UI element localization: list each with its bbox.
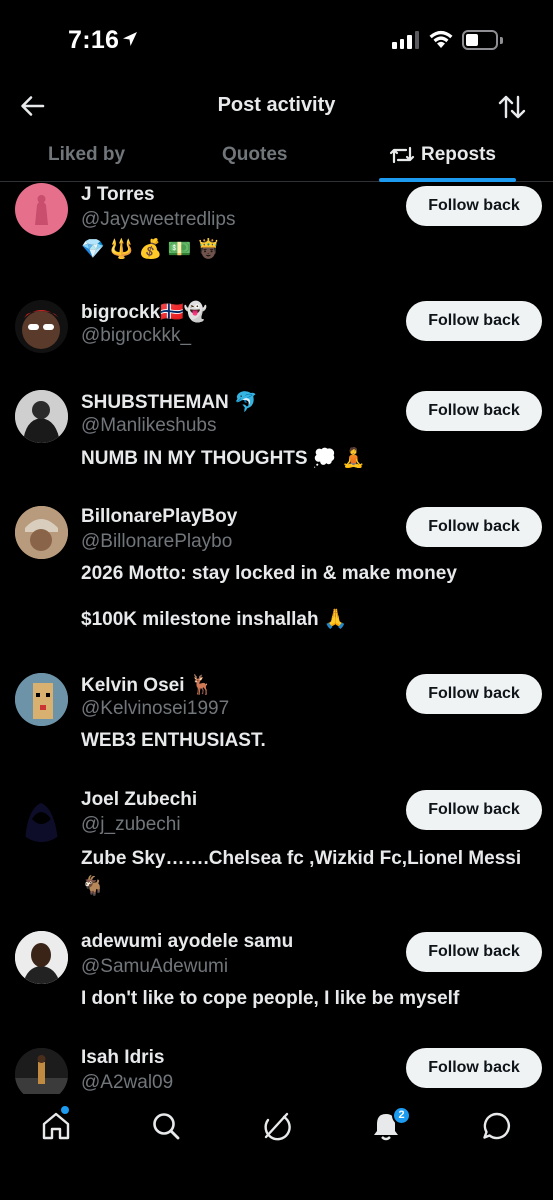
home-icon[interactable] (40, 1110, 72, 1142)
location-arrow-icon (123, 32, 137, 46)
tab-reposts-label: Reposts (421, 144, 496, 165)
search-icon[interactable] (150, 1110, 182, 1142)
page-title: Post activity (217, 94, 336, 116)
status-bar: 7:16 (0, 0, 553, 84)
user-handle: @bigrockkk_ (81, 325, 192, 346)
follow-back-button[interactable]: Follow back (406, 1048, 542, 1088)
user-name: BillonarePlayBoy (81, 506, 238, 527)
notification-count-badge: 2 (392, 1106, 411, 1125)
avatar[interactable] (15, 390, 68, 443)
user-name: SHUBSTHEMAN 🐬 (81, 392, 258, 413)
follow-back-button[interactable]: Follow back (406, 507, 542, 547)
status-time: 7:16 (68, 26, 120, 54)
header: Post activity (0, 84, 553, 132)
screen: 7:16 Post activity Liked by Quotes Repos… (0, 0, 553, 1200)
follow-back-button[interactable]: Follow back (406, 932, 542, 972)
cellular-signal-icon (392, 31, 419, 49)
follow-back-button[interactable]: Follow back (406, 790, 542, 830)
battery-nub (500, 37, 503, 44)
follow-back-button[interactable]: Follow back (406, 186, 542, 226)
messages-icon[interactable] (481, 1110, 513, 1142)
follow-back-button[interactable]: Follow back (406, 391, 542, 431)
avatar[interactable] (15, 183, 68, 236)
user-name: Kelvin Osei 🦌 (81, 675, 214, 696)
tab-quotes[interactable]: Quotes (222, 144, 287, 166)
avatar[interactable] (15, 506, 68, 559)
user-bio: I don't like to cope people, I like be m… (81, 988, 460, 1009)
home-unread-dot (61, 1106, 69, 1114)
user-bio: WEB3 ENTHUSIAST. (81, 730, 266, 751)
repost-icon (389, 146, 415, 164)
avatar[interactable] (15, 789, 68, 842)
reposts-list: J Torres @Jaysweetredlips 💎 🔱 💰 💵 🤴🏿 Fol… (0, 182, 553, 1094)
sort-icon[interactable] (497, 92, 527, 122)
user-name: Isah Idris (81, 1047, 165, 1068)
user-handle: @Manlikeshubs (81, 415, 217, 436)
user-handle: @BillonarePlaybo (81, 531, 233, 552)
wifi-icon (429, 30, 453, 48)
user-handle: @Kelvinosei1997 (81, 698, 230, 719)
battery-icon (462, 30, 498, 50)
user-bio: NUMB IN MY THOUGHTS 💭 🧘 (81, 448, 366, 469)
tab-liked-by[interactable]: Liked by (48, 144, 125, 166)
user-name: bigrockk🇳🇴👻 (81, 302, 208, 323)
tab-bar: Liked by Quotes Reposts (0, 132, 553, 182)
user-handle: @j_zubechi (81, 814, 181, 835)
tab-reposts[interactable]: Reposts (389, 144, 496, 166)
user-name: Joel Zubechi (81, 789, 198, 810)
user-handle: @Jaysweetredlips (81, 209, 236, 230)
user-handle: @SamuAdewumi (81, 956, 229, 977)
avatar[interactable] (15, 673, 68, 726)
user-name: adewumi ayodele samu (81, 931, 294, 952)
user-handle: @A2wal09 (81, 1072, 174, 1093)
avatar[interactable] (15, 931, 68, 984)
user-bio-line: $100K milestone inshallah 🙏 (81, 609, 348, 630)
bottom-nav: 2 (0, 1094, 553, 1200)
follow-back-button[interactable]: Follow back (406, 674, 542, 714)
user-bio-line: 2026 Motto: stay locked in & make money (81, 563, 457, 584)
user-bio: 💎 🔱 💰 💵 🤴🏿 (81, 239, 221, 260)
user-bio: Zube Sky…….Chelsea fc ,Wizkid Fc,Lionel … (81, 848, 522, 897)
user-name: J Torres (81, 184, 155, 205)
avatar[interactable] (15, 300, 68, 353)
grok-icon[interactable] (260, 1110, 292, 1142)
follow-back-button[interactable]: Follow back (406, 301, 542, 341)
avatar[interactable] (15, 1048, 68, 1094)
